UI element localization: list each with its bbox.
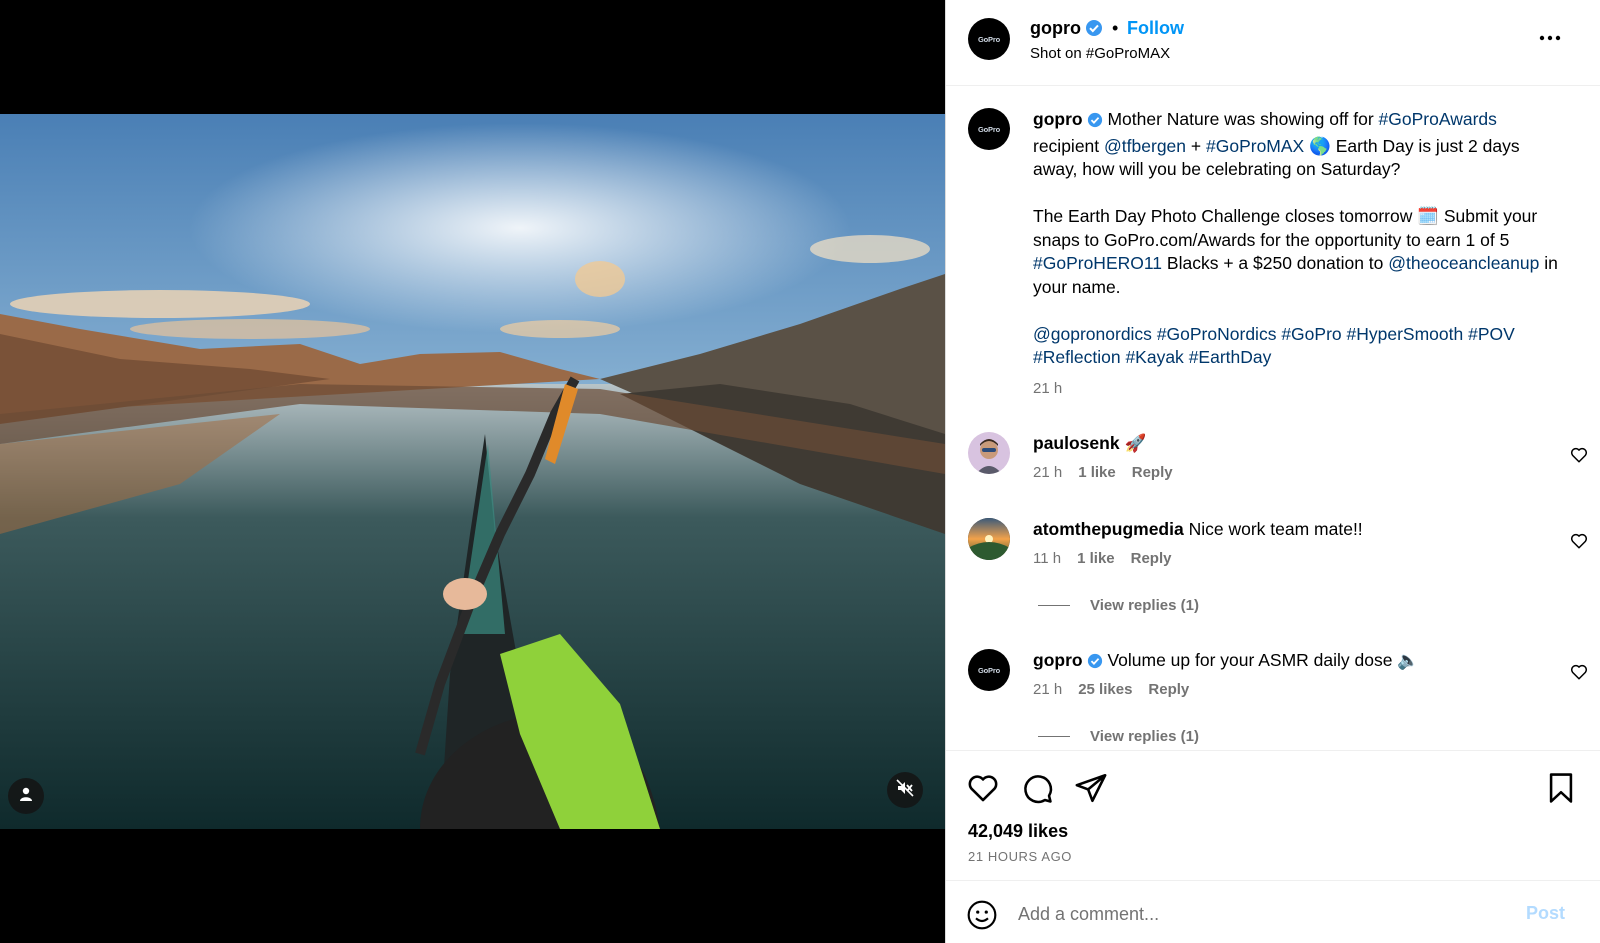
mute-toggle-button[interactable] [887, 772, 923, 808]
divider-line [1038, 736, 1070, 737]
speaker-muted-icon [896, 778, 914, 802]
post-side-panel: GoPro gopro • Follow Shot on #GoProMAX G… [945, 0, 1600, 943]
hashtag-link[interactable]: #GoProAwards [1379, 109, 1497, 129]
post-location[interactable]: Shot on #GoProMAX [1030, 45, 1170, 62]
gopro-logo: GoPro [978, 665, 1000, 675]
commenter-avatar[interactable] [968, 432, 1010, 474]
comment-time[interactable]: 21 h [1033, 681, 1062, 698]
separator-dot: • [1112, 18, 1119, 38]
caption-time[interactable]: 21 h [1033, 380, 1062, 397]
add-comment-bar: Post [946, 880, 1600, 943]
comment-text: 🚀 [1124, 433, 1147, 453]
divider-line [1038, 605, 1070, 606]
reply-button[interactable]: Reply [1131, 550, 1172, 567]
verified-badge-icon [1087, 652, 1103, 675]
caption-avatar[interactable]: GoPro [968, 108, 1010, 150]
hashtag-link[interactable]: #HyperSmooth [1347, 324, 1464, 344]
send-icon[interactable] [1074, 771, 1108, 805]
hashtag-link[interactable]: #EarthDay [1189, 347, 1272, 367]
post-actions: 42,049 likes 21 HOURS AGO [946, 750, 1600, 880]
hashtag-link[interactable]: #POV [1468, 324, 1515, 344]
view-replies-label: View replies (1) [1090, 728, 1199, 745]
view-replies-button[interactable]: View replies (1) [1038, 597, 1199, 614]
comment-time[interactable]: 11 h [1033, 550, 1061, 567]
comment-input[interactable] [1016, 895, 1500, 933]
reply-button[interactable]: Reply [1148, 681, 1189, 698]
caption-segment: Blacks + a $250 donation to [1166, 253, 1384, 273]
heart-icon[interactable] [966, 771, 1000, 805]
author-username[interactable]: gopro [1030, 18, 1103, 42]
commenter-username[interactable]: atomthepugmedia [1033, 519, 1184, 539]
comment-likes[interactable]: 1 like [1078, 464, 1116, 481]
kayak-scene-image [0, 114, 945, 829]
caption-text: gopro Mother Nature was showing off for … [1033, 108, 1563, 400]
media-pane [0, 0, 945, 943]
bookmark-icon[interactable] [1544, 771, 1578, 805]
commenter-avatar[interactable] [968, 518, 1010, 560]
user-icon [18, 786, 34, 807]
comment-text: Volume up for your ASMR daily dose 🔈 [1107, 650, 1420, 670]
caption-segment: Mother Nature was showing off for [1107, 109, 1374, 129]
comment-like-heart-icon[interactable] [1570, 663, 1588, 681]
gopro-logo: GoPro [978, 124, 1000, 134]
post-header: GoPro gopro • Follow Shot on #GoProMAX [946, 0, 1600, 86]
comment-like-heart-icon[interactable] [1570, 532, 1588, 550]
post-comment-button[interactable]: Post [1526, 903, 1565, 924]
caption-segment: recipient [1033, 135, 1100, 156]
comment-time[interactable]: 21 h [1033, 464, 1062, 481]
view-replies-label: View replies (1) [1090, 597, 1199, 614]
commenter-avatar[interactable]: GoPro [968, 649, 1010, 691]
comment-item: GoPro gopro Volume up for your ASMR dail… [946, 649, 1600, 750]
reply-button[interactable]: Reply [1132, 464, 1173, 481]
hashtag-link[interactable]: #GoProNordics [1157, 324, 1277, 344]
likes-count[interactable]: 42,049 likes [968, 821, 1068, 842]
commenter-username[interactable]: paulosenk [1033, 433, 1120, 453]
commenter-username[interactable]: gopro [1033, 650, 1103, 670]
author-avatar[interactable]: GoPro [968, 18, 1010, 60]
caption-segment: + [1190, 135, 1202, 156]
verified-badge-icon [1087, 111, 1103, 135]
mention-link[interactable]: @theoceancleanup [1388, 253, 1539, 273]
post-timestamp[interactable]: 21 HOURS AGO [968, 849, 1072, 864]
hashtag-link[interactable]: #Reflection [1033, 347, 1121, 367]
mention-link[interactable]: @gopronordics [1033, 324, 1152, 344]
mention-link[interactable]: @tfbergen [1104, 136, 1186, 156]
post-video[interactable] [0, 114, 945, 829]
comment-likes[interactable]: 1 like [1077, 550, 1115, 567]
comment-item: paulosenk 🚀 21 h 1 like Reply [946, 432, 1600, 502]
comment-item: atomthepugmedia Nice work team mate!! 11… [946, 518, 1600, 648]
more-dots-icon[interactable] [1533, 28, 1567, 48]
comment-like-heart-icon[interactable] [1570, 446, 1588, 464]
emoji-icon[interactable] [966, 899, 998, 931]
view-replies-button[interactable]: View replies (1) [1038, 728, 1199, 745]
hashtag-link[interactable]: #Kayak [1125, 347, 1183, 367]
comment-text: Nice work team mate!! [1188, 519, 1363, 539]
tagged-users-button[interactable] [8, 778, 44, 814]
hashtag-link[interactable]: #GoPro [1281, 324, 1341, 344]
comment-likes[interactable]: 25 likes [1078, 681, 1132, 698]
hashtag-link[interactable]: #GoProMAX [1206, 136, 1304, 156]
verified-badge-icon [1085, 19, 1103, 42]
comment-icon[interactable] [1020, 771, 1054, 805]
caption-hashtags: @gopronordics #GoProNordics #GoPro #Hype… [1033, 323, 1563, 370]
hashtag-link[interactable]: #GoProHERO11 [1033, 253, 1162, 273]
follow-button[interactable]: Follow [1127, 18, 1184, 39]
gopro-logo: GoPro [978, 34, 1000, 44]
comments-list[interactable]: GoPro gopro Mother Nature was showing of… [946, 86, 1600, 750]
caption-username[interactable]: gopro [1033, 109, 1103, 129]
caption-segment: The Earth Day Photo Challenge closes tom… [1033, 206, 1538, 250]
